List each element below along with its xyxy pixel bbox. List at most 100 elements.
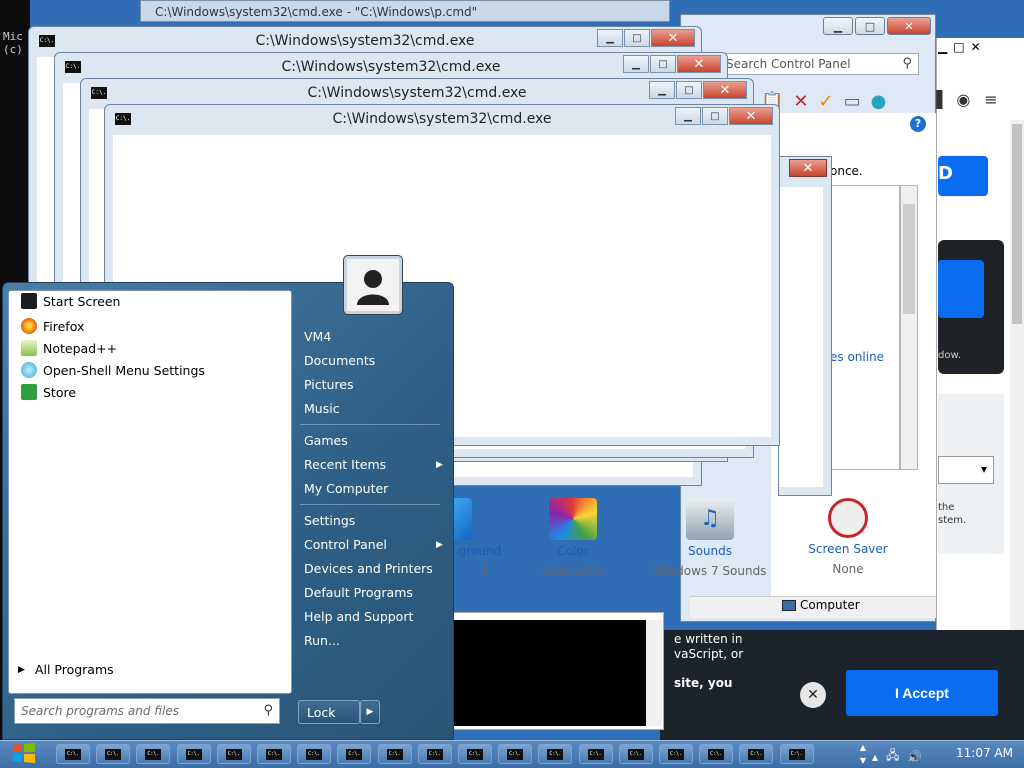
taskbar-cmd-button[interactable]: C:\.: [257, 744, 291, 764]
start-right-devices-printers[interactable]: Devices and Printers: [304, 561, 433, 576]
network-icon[interactable]: 🖧: [886, 746, 899, 767]
start-item-store[interactable]: Store: [21, 384, 76, 400]
taskbar-cmd-button[interactable]: C:\.: [216, 744, 251, 764]
personalization-sub: None: [832, 562, 864, 576]
maximize-button[interactable]: □: [624, 29, 650, 47]
start-right-recent-items[interactable]: Recent Items: [304, 457, 386, 472]
close-button[interactable]: ✕: [677, 55, 721, 73]
sidebar-icon[interactable]: ▐: [930, 90, 942, 109]
volume-icon[interactable]: 🔊: [907, 750, 922, 764]
console-scrollbar[interactable]: [646, 620, 662, 726]
menu-icon[interactable]: ≡: [984, 90, 997, 109]
start-search-input[interactable]: Search programs and files ⚲: [14, 698, 280, 724]
start-right-pictures[interactable]: Pictures: [304, 377, 354, 392]
browser-blue-block[interactable]: [938, 260, 984, 318]
start-button[interactable]: [10, 741, 44, 767]
taskbar-cmd-button[interactable]: C:\.: [699, 744, 734, 764]
maximize-button[interactable]: □: [650, 55, 676, 73]
taskbar-cmd-button[interactable]: C:\.: [417, 744, 452, 764]
taskbar-cmd-button[interactable]: C:\.: [136, 744, 171, 764]
start-right-settings[interactable]: Settings: [304, 513, 355, 528]
delete-icon[interactable]: ✕: [793, 91, 808, 112]
accept-button[interactable]: I Accept: [846, 670, 998, 716]
taskbar-cmd-button[interactable]: C:\.: [337, 744, 372, 764]
control-panel-list[interactable]: [828, 185, 900, 470]
taskbar-cmd-button[interactable]: C:\.: [458, 744, 492, 764]
show-hidden-icons-icon[interactable]: ▴: [872, 750, 878, 764]
properties-icon[interactable]: ▭: [844, 91, 861, 112]
consent-close-button[interactable]: ✕: [800, 682, 826, 708]
taskbar-cmd-button[interactable]: C:\.: [377, 744, 412, 764]
close-button[interactable]: ✕: [651, 29, 695, 47]
store-icon: [21, 384, 37, 400]
minimize-button[interactable]: ▁: [597, 29, 623, 47]
search-icon[interactable]: ⚲: [263, 703, 273, 718]
taskbar-cmd-button[interactable]: C:\.: [96, 744, 131, 764]
close-button[interactable]: ✕: [703, 81, 747, 99]
taskbar-cmd-button[interactable]: C:\.: [498, 744, 533, 764]
taskbar-cmd-button[interactable]: C:\.: [578, 744, 613, 764]
start-right-control-panel[interactable]: Control Panel: [304, 537, 387, 552]
check-icon[interactable]: ✓: [819, 91, 834, 112]
taskbar-cmd-button[interactable]: C:\.: [739, 744, 774, 764]
personalization-sounds[interactable]: ♫ Sounds Windows 7 Sounds: [650, 498, 770, 578]
personalization-screen-saver[interactable]: Screen Saver None: [788, 498, 908, 576]
console-line: Mic: [3, 30, 23, 43]
taskbar-cmd-button[interactable]: C:\.: [659, 744, 693, 764]
cmd-icon: C:\.: [185, 749, 202, 760]
taskbar-scroll[interactable]: ▲ ▼: [856, 741, 870, 767]
minimize-button[interactable]: ▁: [675, 107, 701, 125]
start-item-firefox[interactable]: Firefox: [21, 318, 84, 334]
search-icon[interactable]: ⚲: [902, 56, 912, 71]
start-right-games[interactable]: Games: [304, 433, 348, 448]
scroll-thumb[interactable]: [903, 204, 915, 314]
scroll-thumb[interactable]: [1012, 124, 1022, 324]
control-panel-link[interactable]: es online: [830, 350, 884, 364]
start-right-documents[interactable]: Documents: [304, 353, 375, 368]
maximize-button[interactable]: □: [676, 81, 702, 99]
personalization-color[interactable]: Color Automatic: [513, 498, 633, 578]
start-right-run[interactable]: Run...: [304, 633, 340, 648]
all-programs-button[interactable]: ▶ All Programs: [18, 662, 114, 677]
control-panel-scrollbar[interactable]: [900, 185, 918, 470]
minimize-button[interactable]: ▁: [823, 17, 853, 35]
account-icon[interactable]: ◉: [956, 90, 970, 109]
minimize-button[interactable]: ▁: [938, 40, 947, 54]
close-button[interactable]: ✕: [971, 40, 981, 54]
browser-dropdown[interactable]: ▾: [938, 456, 994, 484]
maximize-button[interactable]: □: [855, 17, 885, 35]
taskbar-cmd-button[interactable]: C:\.: [176, 744, 211, 764]
browser-blue-button[interactable]: D: [938, 156, 988, 196]
start-right-vm4[interactable]: VM4: [304, 329, 331, 344]
minimize-button[interactable]: ▁: [623, 55, 649, 73]
console-bottom[interactable]: [452, 620, 646, 726]
close-button[interactable]: ✕: [887, 17, 931, 35]
taskbar-cmd-button[interactable]: C:\.: [779, 744, 814, 764]
taskbar-cmd-button[interactable]: C:\.: [618, 744, 653, 764]
lock-button[interactable]: Lock: [298, 700, 360, 724]
start-right-default-programs[interactable]: Default Programs: [304, 585, 413, 600]
close-button[interactable]: ✕: [789, 159, 827, 177]
start-right-help-support[interactable]: Help and Support: [304, 609, 413, 624]
gray-panel-text: the: [938, 502, 955, 513]
taskbar-cmd-button[interactable]: C:\.: [297, 744, 332, 764]
start-item-start-screen[interactable]: Start Screen: [21, 293, 120, 309]
start-right-my-computer[interactable]: My Computer: [304, 481, 388, 496]
taskbar-clock[interactable]: 11:07 AM: [956, 746, 1013, 760]
taskbar-cmd-button[interactable]: C:\.: [56, 744, 90, 764]
lock-options-button[interactable]: ▶: [360, 700, 380, 724]
maximize-button[interactable]: □: [953, 40, 964, 54]
start-item-notepad-plus-plus[interactable]: Notepad++: [21, 340, 117, 356]
shell-icon[interactable]: ●: [871, 91, 887, 112]
control-panel-search-input[interactable]: Search Control Panel ⚲: [721, 53, 919, 75]
help-icon[interactable]: ?: [910, 116, 926, 132]
user-avatar[interactable]: [344, 256, 402, 314]
maximize-button[interactable]: □: [702, 107, 728, 125]
start-right-music[interactable]: Music: [304, 401, 340, 416]
start-item-open-shell-settings[interactable]: Open-Shell Menu Settings: [21, 362, 205, 378]
background-window-title[interactable]: C:\Windows\system32\cmd.exe - "C:\Window…: [140, 0, 670, 22]
minimize-button[interactable]: ▁: [649, 81, 675, 99]
taskbar-cmd-button[interactable]: C:\.: [538, 744, 573, 764]
cmd-icon: C:\.: [105, 749, 122, 760]
close-button[interactable]: ✕: [729, 107, 773, 125]
